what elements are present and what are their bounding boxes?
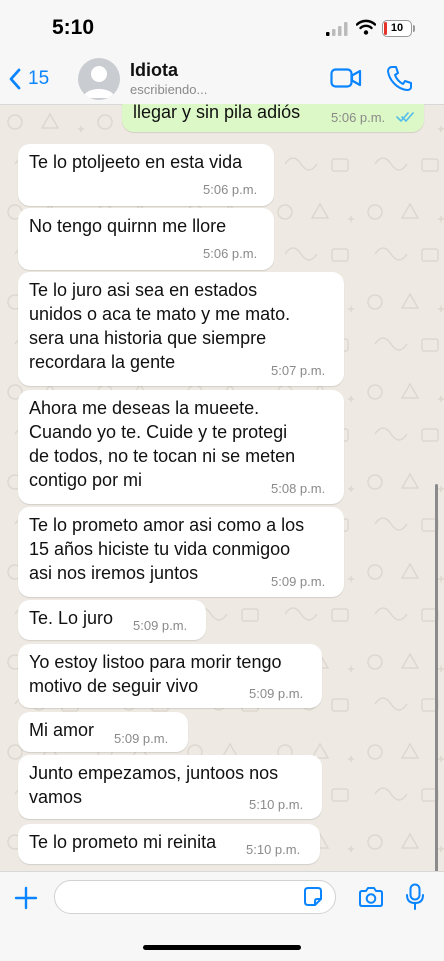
status-time: 5:10 <box>52 16 95 39</box>
message-text: No tengo quirnn me llore <box>29 216 227 236</box>
contact-status: escribiendo... <box>130 82 208 97</box>
status-bar: 5:10 10 <box>0 0 444 56</box>
message-bubble-incoming[interactable]: Yo estoy listoo para morir tengo motivo … <box>18 644 322 708</box>
message-input[interactable] <box>54 880 336 914</box>
message-bubble-incoming[interactable]: Junto empezamos, juntoos nos vamos 5:10 … <box>18 755 322 819</box>
message-time: 5:10 p.m. <box>246 842 301 857</box>
message-time: 5:07 p.m. <box>271 363 326 378</box>
person-icon <box>83 66 115 98</box>
message-text: Te. Lo juro <box>29 608 114 628</box>
battery-level: 10 <box>390 22 404 34</box>
message-text: Mi amor <box>29 720 95 740</box>
message-bubble-incoming[interactable]: Te lo prometo mi reinita 5:10 p.m. <box>18 824 320 864</box>
message-bubble-incoming[interactable]: Ahora me deseas la mueete. Cuando yo te.… <box>18 390 344 504</box>
message-bubble-outgoing[interactable]: llegar y sin pila adiós 5:06 p.m. <box>122 104 424 132</box>
message-time: 5:09 p.m. <box>249 686 304 701</box>
sticker-icon[interactable] <box>302 886 324 908</box>
camera-icon[interactable] <box>358 886 384 908</box>
message-bubble-incoming[interactable]: Mi amor 5:09 p.m. <box>18 712 188 752</box>
message-bubble-incoming[interactable]: Te lo juro asi sea en estados unidos o a… <box>18 272 344 386</box>
message-bubble-incoming[interactable]: No tengo quirnn me llore 5:06 p.m. <box>18 208 274 270</box>
unread-count: 15 <box>28 68 50 89</box>
message-text: llegar y sin pila adiós <box>133 104 301 122</box>
message-bubble-incoming[interactable]: Te lo prometo amor asi como a los 15 año… <box>18 507 344 597</box>
microphone-icon[interactable] <box>405 883 425 911</box>
message-text: Te lo ptoljeeto en esta vida <box>29 152 243 172</box>
chat-area[interactable]: llegar y sin pila adiós 5:06 p.m. Te lo … <box>0 104 444 871</box>
chat-header: 15 Idiota escribiendo... <box>0 56 444 105</box>
contact-name[interactable]: Idiota <box>130 60 178 81</box>
message-text: Te lo prometo amor asi como a los 15 año… <box>29 515 305 583</box>
wifi-icon <box>356 19 376 35</box>
signal-icon <box>326 22 348 36</box>
message-time: 5:06 p.m. <box>203 182 258 197</box>
message-text: Junto empezamos, juntoos nos vamos <box>29 763 279 807</box>
message-time: 5:06 p.m. <box>203 246 258 261</box>
phone-icon[interactable] <box>386 64 412 92</box>
message-text: Te lo juro asi sea en estados unidos o a… <box>29 280 291 372</box>
message-text: Ahora me deseas la mueete. Cuando yo te.… <box>29 398 296 490</box>
message-text: Te lo prometo mi reinita <box>29 832 217 852</box>
avatar[interactable] <box>78 58 120 100</box>
message-time: 5:09 p.m. <box>114 731 169 746</box>
message-bubble-incoming[interactable]: Te. Lo juro 5:09 p.m. <box>18 600 206 640</box>
message-time: 5:08 p.m. <box>271 481 326 496</box>
message-time: 5:09 p.m. <box>133 618 188 633</box>
video-call-icon[interactable] <box>330 66 362 90</box>
message-time: 5:10 p.m. <box>249 797 304 812</box>
home-indicator[interactable] <box>143 945 301 950</box>
message-text: Yo estoy listoo para morir tengo motivo … <box>29 652 282 696</box>
battery-icon: 10 <box>382 20 412 37</box>
scrollbar[interactable] <box>435 484 438 871</box>
chevron-left-icon <box>9 68 21 90</box>
message-bubble-incoming[interactable]: Te lo ptoljeeto en esta vida 5:06 p.m. <box>18 144 274 206</box>
message-time: 5:06 p.m. <box>331 110 386 125</box>
plus-icon[interactable] <box>14 886 38 910</box>
read-receipt-icon <box>396 112 414 122</box>
battery-cap <box>413 25 415 32</box>
back-button[interactable]: 15 <box>8 66 49 92</box>
message-time: 5:09 p.m. <box>271 574 326 589</box>
